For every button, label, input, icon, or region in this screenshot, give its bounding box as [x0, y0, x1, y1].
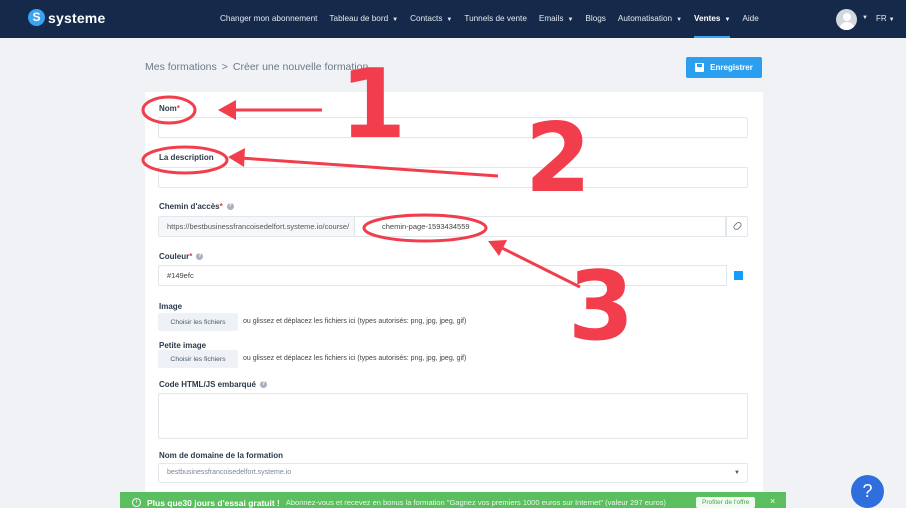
nav-item-contacts[interactable]: Contacts ▼ — [410, 0, 452, 38]
chevron-down-icon: ▼ — [392, 17, 399, 23]
color-label: Couleur*? — [159, 252, 204, 261]
annotation-number-2: 2 — [525, 104, 592, 214]
nav-item-blogs[interactable]: Blogs — [585, 0, 605, 38]
close-icon[interactable]: × — [770, 496, 775, 506]
path-label: Chemin d'accès*? — [159, 202, 234, 211]
name-input[interactable] — [158, 117, 748, 138]
chevron-down-icon[interactable]: ▼ — [862, 15, 868, 21]
nav-item-automatisation[interactable]: Automatisation ▼ — [618, 0, 682, 38]
chevron-down-icon: ▼ — [446, 17, 453, 23]
nav-item-tunnels-de-vente[interactable]: Tunnels de vente — [464, 0, 527, 38]
color-swatch[interactable] — [734, 271, 743, 280]
save-button[interactable]: Enregistrer — [686, 57, 762, 78]
trial-promo-banner: i Plus que30 jours d'essai gratuit ! Abo… — [120, 492, 786, 508]
course-form-card: Nom* La description Chemin d'accès*? htt… — [145, 92, 763, 508]
nav-item-changer-mon-abonnement[interactable]: Changer mon abonnement — [220, 0, 317, 38]
link-icon — [732, 220, 743, 232]
promo-headline: Plus que30 jours d'essai gratuit ! — [147, 498, 280, 508]
claim-offer-button[interactable]: Profiter de l'offre — [696, 497, 756, 508]
small-image-label: Petite image — [159, 341, 207, 350]
path-prefix: https://bestbusinessfrancoisedelfort.sys… — [158, 216, 355, 237]
chevron-down-icon: ▼ — [724, 17, 731, 23]
domain-select[interactable]: bestbusinessfrancoisedelfort.systeme.io ▼ — [158, 463, 748, 483]
promo-text: Abonnez-vous et recevez en bonus la form… — [285, 498, 666, 507]
chevron-down-icon: ▼ — [567, 17, 574, 23]
path-input[interactable]: chemin-page-1593434559 — [355, 216, 726, 237]
small-image-choose-files-button[interactable]: Choisir les fichiers — [158, 350, 238, 368]
floppy-disk-icon — [695, 63, 705, 72]
annotation-number-3: 3 — [568, 252, 635, 362]
embed-code-textarea[interactable] — [158, 393, 748, 439]
chevron-down-icon: ▼ — [888, 17, 895, 23]
brand-name: systeme — [48, 9, 106, 26]
help-icon[interactable]: ? — [196, 253, 204, 261]
breadcrumb: Mes formations > Créer une nouvelle format… — [145, 61, 368, 73]
user-avatar[interactable] — [836, 9, 857, 30]
annotation-number-1: 1 — [340, 50, 407, 160]
breadcrumb-separator: > — [221, 61, 228, 73]
image-drop-hint: ou glissez et déplacez les fichiers ici … — [243, 318, 467, 325]
copy-link-button[interactable] — [726, 216, 748, 237]
help-icon[interactable]: ? — [259, 381, 267, 389]
chevron-down-icon: ▼ — [676, 17, 683, 23]
nav-item-aide[interactable]: Aide — [742, 0, 758, 38]
help-icon[interactable]: ? — [226, 203, 234, 211]
description-label: La description — [159, 153, 214, 162]
info-icon: i — [132, 498, 141, 507]
color-input[interactable]: #149efc — [158, 265, 727, 286]
nav-item-tableau-de-bord[interactable]: Tableau de bord ▼ — [329, 0, 398, 38]
description-input[interactable] — [158, 167, 748, 188]
image-label: Image — [159, 302, 183, 311]
breadcrumb-parent-link[interactable]: Mes formations — [145, 61, 217, 73]
embed-code-label: Code HTML/JS embarqué? — [159, 380, 267, 389]
help-chat-button[interactable]: ? — [851, 475, 884, 508]
image-choose-files-button[interactable]: Choisir les fichiers — [158, 313, 238, 331]
nav-item-emails[interactable]: Emails ▼ — [539, 0, 574, 38]
nav-item-ventes[interactable]: Ventes ▼ — [694, 0, 731, 38]
systeme-logo-icon: S — [28, 9, 45, 26]
main-nav: Changer mon abonnement Tableau de bord ▼ … — [214, 0, 765, 38]
name-label: Nom* — [159, 104, 180, 113]
language-selector[interactable]: FR ▼ — [876, 14, 895, 23]
small-image-drop-hint: ou glissez et déplacez les fichiers ici … — [243, 355, 467, 362]
caret-down-icon: ▼ — [734, 470, 740, 476]
systeme-logo[interactable]: S systeme — [28, 9, 105, 26]
top-navigation-bar: S systeme Changer mon abonnement Tableau… — [0, 0, 906, 38]
domain-label: Nom de domaine de la formation — [159, 451, 284, 460]
